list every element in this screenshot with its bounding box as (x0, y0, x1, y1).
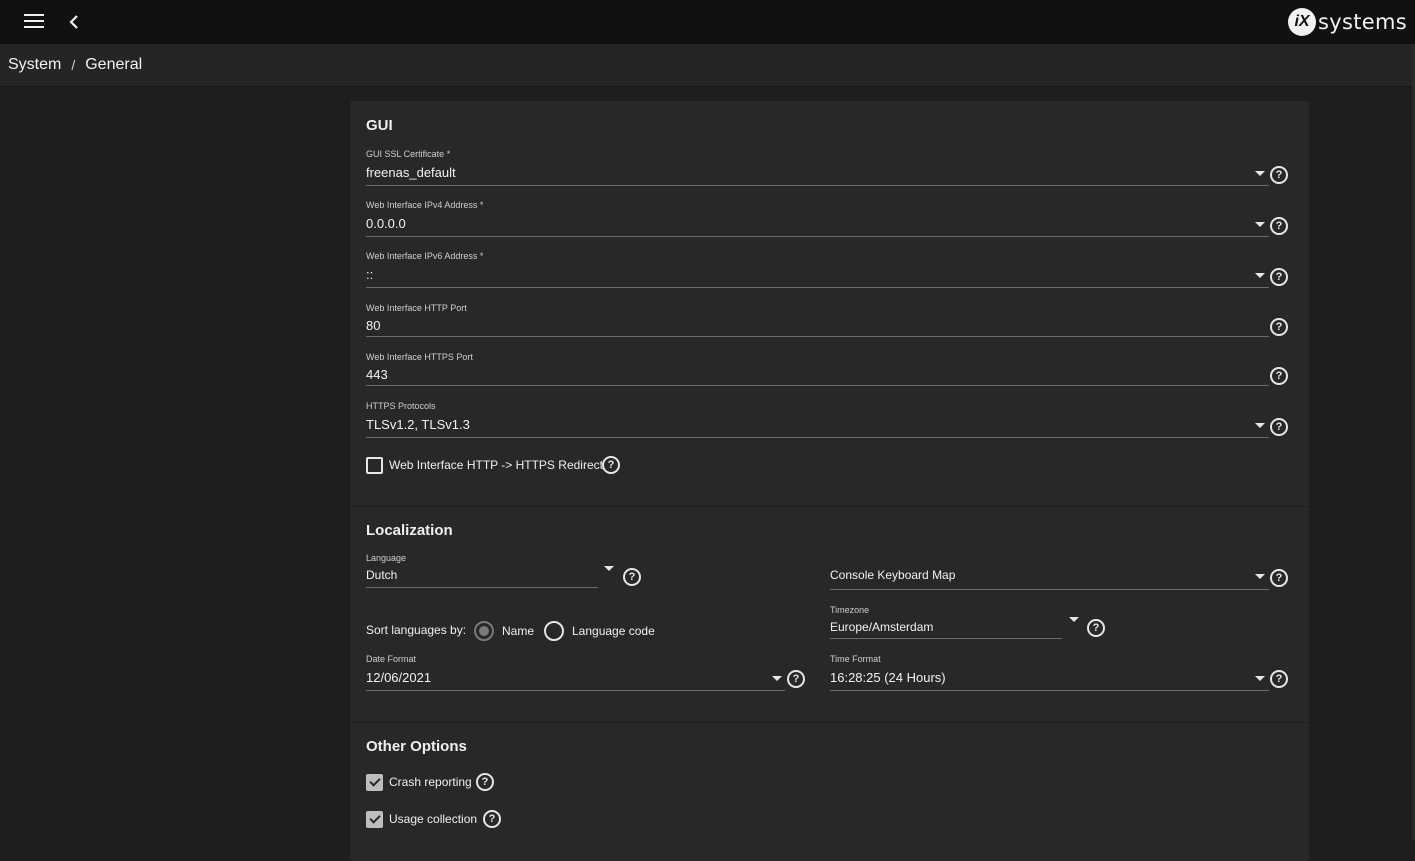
breadcrumb-system[interactable]: System (8, 56, 61, 74)
field-label: Date Format (366, 654, 417, 664)
help-icon[interactable]: ? (483, 810, 501, 828)
chevron-down-icon[interactable] (1255, 574, 1265, 579)
field-value: freenas_default (366, 165, 456, 180)
section-divider (350, 506, 1309, 507)
field-value: :: (366, 267, 374, 282)
usage-collection-checkbox[interactable] (366, 811, 383, 828)
field-underline (830, 690, 1269, 691)
sort-by-code-radio[interactable] (544, 621, 564, 641)
field-value: Dutch (366, 568, 398, 582)
language-select[interactable]: Language Dutch (366, 553, 606, 593)
field-value: Europe/Amsterdam (830, 620, 934, 634)
crash-reporting-label[interactable]: Crash reporting (389, 775, 472, 789)
sort-by-code-label[interactable]: Language code (572, 624, 655, 638)
field-underline (830, 638, 1062, 639)
general-settings-card: GUI GUI SSL Certificate * freenas_defaul… (350, 101, 1309, 861)
field-value: 443 (366, 367, 388, 382)
sort-by-name-label[interactable]: Name (502, 624, 534, 638)
localization-section-title: Localization (366, 522, 453, 539)
chevron-left-icon[interactable] (66, 12, 84, 32)
breadcrumb: System / General (0, 44, 1415, 87)
chevron-down-icon[interactable] (604, 566, 614, 571)
http-port-input[interactable]: Web Interface HTTP Port 80 (366, 303, 1286, 343)
help-icon[interactable]: ? (1087, 619, 1105, 637)
help-icon[interactable]: ? (1270, 166, 1288, 184)
field-value: TLSv1.2, TLSv1.3 (366, 417, 470, 432)
field-label: Web Interface HTTPS Port (366, 352, 473, 362)
sort-languages-label: Sort languages by: (366, 623, 467, 637)
field-label: Timezone (830, 605, 870, 615)
field-label: Time Format (830, 654, 881, 664)
gui-ssl-certificate-select[interactable]: GUI SSL Certificate * freenas_default (366, 149, 1286, 189)
help-icon[interactable]: ? (1270, 418, 1288, 436)
field-value: 12/06/2021 (366, 670, 432, 685)
https-redirect-checkbox[interactable] (366, 457, 383, 474)
field-label: Web Interface HTTP Port (366, 303, 467, 313)
field-label: Web Interface IPv6 Address * (366, 251, 484, 261)
chevron-down-icon[interactable] (1255, 171, 1265, 176)
chevron-down-icon[interactable] (772, 676, 782, 681)
field-label: HTTPS Protocols (366, 401, 436, 411)
field-underline (366, 587, 598, 588)
chevron-down-icon[interactable] (1255, 423, 1265, 428)
timezone-select[interactable]: Timezone Europe/Amsterdam (830, 605, 1070, 645)
field-label: Web Interface IPv4 Address * (366, 200, 484, 210)
chevron-down-icon[interactable] (1069, 617, 1079, 622)
gui-section-title: GUI (366, 117, 393, 134)
field-underline (366, 385, 1269, 386)
logo-text: systems (1318, 10, 1407, 34)
time-format-select[interactable]: Time Format 16:28:25 (24 Hours) (830, 654, 1270, 694)
chevron-down-icon[interactable] (1255, 222, 1265, 227)
help-icon[interactable]: ? (787, 670, 805, 688)
sort-by-name-radio[interactable] (474, 621, 494, 641)
field-value: 16:28:25 (24 Hours) (830, 670, 946, 685)
field-value: 80 (366, 318, 381, 333)
help-icon[interactable]: ? (1270, 217, 1288, 235)
help-icon[interactable]: ? (1270, 569, 1288, 587)
help-icon[interactable]: ? (623, 568, 641, 586)
ixsystems-logo: iX systems (1288, 7, 1407, 37)
ipv6-address-select[interactable]: Web Interface IPv6 Address * :: (366, 251, 1286, 291)
https-redirect-label[interactable]: Web Interface HTTP -> HTTPS Redirect (389, 458, 603, 472)
other-options-section-title: Other Options (366, 738, 467, 755)
chevron-down-icon[interactable] (1255, 273, 1265, 278)
crash-reporting-checkbox[interactable] (366, 774, 383, 791)
date-format-select[interactable]: Date Format 12/06/2021 (366, 654, 786, 694)
console-keyboard-map-select[interactable]: Console Keyboard Map (830, 553, 1270, 593)
top-toolbar: iX systems (0, 0, 1415, 44)
breadcrumb-separator: / (71, 57, 76, 73)
ipv4-address-select[interactable]: Web Interface IPv4 Address * 0.0.0.0 (366, 200, 1286, 240)
field-label: Language (366, 553, 407, 563)
field-label: GUI SSL Certificate * (366, 149, 451, 159)
help-icon[interactable]: ? (476, 773, 494, 791)
field-underline (366, 336, 1269, 337)
help-icon[interactable]: ? (1270, 268, 1288, 286)
help-icon[interactable]: ? (1270, 367, 1288, 385)
field-underline (366, 236, 1269, 237)
breadcrumb-general: General (85, 56, 143, 73)
help-icon[interactable]: ? (1270, 318, 1288, 336)
https-port-input[interactable]: Web Interface HTTPS Port 443 (366, 352, 1286, 392)
field-underline (366, 287, 1269, 288)
field-value: 0.0.0.0 (366, 216, 406, 231)
field-label: Console Keyboard Map (830, 568, 956, 582)
menu-icon[interactable] (24, 14, 44, 30)
usage-collection-label[interactable]: Usage collection (389, 812, 477, 826)
help-icon[interactable]: ? (1270, 670, 1288, 688)
field-underline (366, 185, 1269, 186)
chevron-down-icon[interactable] (1255, 676, 1265, 681)
logo-mark: iX (1288, 8, 1317, 36)
https-protocols-select[interactable]: HTTPS Protocols TLSv1.2, TLSv1.3 (366, 401, 1286, 441)
section-divider (350, 722, 1309, 723)
help-icon[interactable]: ? (602, 456, 620, 474)
field-underline (366, 690, 785, 691)
field-underline (366, 437, 1269, 438)
field-underline (830, 589, 1269, 590)
